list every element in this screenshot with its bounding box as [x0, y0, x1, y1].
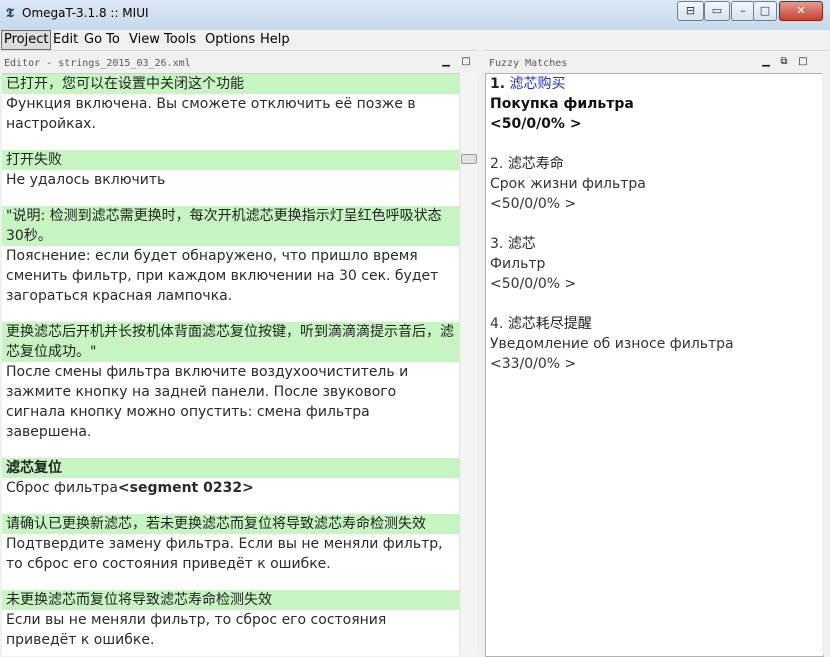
menu-view[interactable]: View	[129, 31, 160, 49]
segment-source: "说明: 检测到滤芯需更换时，每次开机滤芯更换指示灯呈红色呼吸状态30秒。	[2, 206, 459, 246]
fuzzy-match[interactable]: 3. 滤芯 Фильтр <50/0/0% >	[486, 234, 823, 294]
active-segment[interactable]: 滤芯复位 Сброс фильтра<segment 0232>	[2, 458, 459, 498]
right-edge	[822, 73, 830, 655]
maximize-pane-icon[interactable]: □	[797, 56, 809, 68]
match-target: Срок жизни фильтра	[490, 176, 646, 192]
editor-pane[interactable]: 已打开，您可以在设置中关闭这个功能 Функция включена. Вы с…	[2, 73, 459, 656]
segment-target-text[interactable]: Сброс фильтра	[6, 480, 118, 496]
match-source: 滤芯寿命	[507, 156, 564, 172]
restore-icon[interactable]: ▭	[704, 1, 730, 21]
close-icon[interactable]: ✕	[779, 1, 823, 21]
window-title: OmegaT-3.1.8 :: MIUI	[22, 6, 149, 20]
segment[interactable]: "说明: 检测到滤芯需更换时，每次开机滤芯更换指示灯呈红色呼吸状态30秒。 По…	[2, 206, 459, 306]
match-target: Покупка фильтра	[490, 96, 634, 112]
segment-target[interactable]: Сброс фильтра<segment 0232>	[2, 478, 459, 498]
scroll-thumb[interactable]	[461, 154, 477, 164]
segment[interactable]: 未更换滤芯而复位将导致滤芯寿命检测失效 Если вы не меняли фи…	[2, 590, 459, 650]
segment-target[interactable]: После смены фильтра включите воздухоочис…	[2, 362, 459, 442]
menu-tools[interactable]: Tools	[164, 31, 196, 49]
segment[interactable]: 更换滤芯后开机并长按机体背面滤芯复位按键，听到滴滴滴提示音后，滤芯复位成功。" …	[2, 322, 459, 442]
match-source: 滤芯耗尽提醒	[507, 316, 592, 332]
maximize-button[interactable]: □	[753, 1, 777, 21]
fuzzy-match[interactable]: 2. 滤芯寿命 Срок жизни фильтра <50/0/0% >	[486, 154, 823, 214]
menu-project[interactable]: Project	[1, 30, 52, 50]
match-number: 3.	[490, 236, 504, 252]
segment-source: 更换滤芯后开机并长按机体背面滤芯复位按键，听到滴滴滴提示音后，滤芯复位成功。"	[2, 322, 459, 362]
match-score: <50/0/0% >	[490, 196, 577, 212]
match-source: 滤芯购买	[509, 76, 566, 92]
fuzzy-match[interactable]: 4. 滤芯耗尽提醒 Уведомление об износе фильтра …	[486, 314, 823, 374]
menu-bar: Project Edit Go To View Tools Options He…	[0, 30, 830, 51]
editor-scrollbar[interactable]	[459, 73, 477, 655]
match-number: 4.	[490, 316, 504, 332]
restore-pane-icon[interactable]: ⧉	[778, 56, 790, 68]
segment-source: 未更换滤芯而复位将导致滤芯寿命检测失效	[2, 590, 459, 610]
segment-source: 打开失败	[2, 150, 459, 170]
match-target: Уведомление об износе фильтра	[490, 336, 734, 352]
segment-target[interactable]: Функция включена. Вы сможете отключить е…	[2, 94, 459, 134]
fuzzy-match[interactable]: 1. 滤芯购买 Покупка фильтра <50/0/0% >	[486, 74, 823, 134]
maximize-pane-icon[interactable]: □	[460, 56, 472, 68]
minimize-pane-icon[interactable]: ▁	[440, 56, 452, 68]
editor-header: Editor - strings_2015_03_26.xml	[4, 58, 191, 69]
minimize-button[interactable]: –	[731, 1, 755, 21]
match-score: <50/0/0% >	[490, 276, 577, 292]
segment[interactable]: 已打开，您可以在设置中关闭这个功能 Функция включена. Вы с…	[2, 74, 459, 134]
menu-goto[interactable]: Go To	[84, 31, 120, 49]
app-icon: 𝕿	[6, 6, 14, 21]
segment-target[interactable]: Пояснение: если будет обнаружено, что пр…	[2, 246, 459, 306]
menu-help[interactable]: Help	[260, 31, 290, 49]
fuzzy-matches-pane[interactable]: 1. 滤芯购买 Покупка фильтра <50/0/0% > 2. 滤芯…	[485, 73, 824, 657]
segment[interactable]: 请确认已更换新滤芯，若未更换滤芯而复位将导致滤芯寿命检测失效 Подтверди…	[2, 514, 459, 574]
minimize-pane-icon[interactable]: ▁	[760, 56, 772, 68]
segment-source: 已打开，您可以在设置中关闭这个功能	[2, 74, 459, 94]
menu-options[interactable]: Options	[205, 31, 255, 49]
segment-target[interactable]: Подтвердите замену фильтра. Если вы не м…	[2, 534, 459, 574]
fuzzy-header: Fuzzy Matches	[489, 58, 568, 69]
match-score: <50/0/0% >	[490, 116, 582, 132]
segment-source: 滤芯复位	[2, 458, 459, 478]
segment[interactable]: 打开失败 Не удалось включить	[2, 150, 459, 190]
title-bar: 𝕿 OmegaT-3.1.8 :: MIUI ⊟ ▭ – □ ✕	[0, 0, 830, 31]
menu-edit[interactable]: Edit	[53, 31, 78, 49]
segment-target[interactable]: Не удалось включить	[2, 170, 459, 190]
match-score: <33/0/0% >	[490, 356, 577, 372]
match-target: Фильтр	[490, 256, 546, 272]
match-number: 1.	[490, 76, 506, 92]
match-number: 2.	[490, 156, 504, 172]
segment-marker: <segment 0232>	[117, 480, 254, 496]
match-source: 滤芯	[507, 236, 536, 252]
pane-splitter[interactable]	[477, 50, 484, 655]
minimize-icon[interactable]: ⊟	[677, 1, 704, 21]
segment-target[interactable]: Если вы не меняли фильтр, то сброс его с…	[2, 610, 459, 650]
segment-source: 请确认已更换新滤芯，若未更换滤芯而复位将导致滤芯寿命检测失效	[2, 514, 459, 534]
